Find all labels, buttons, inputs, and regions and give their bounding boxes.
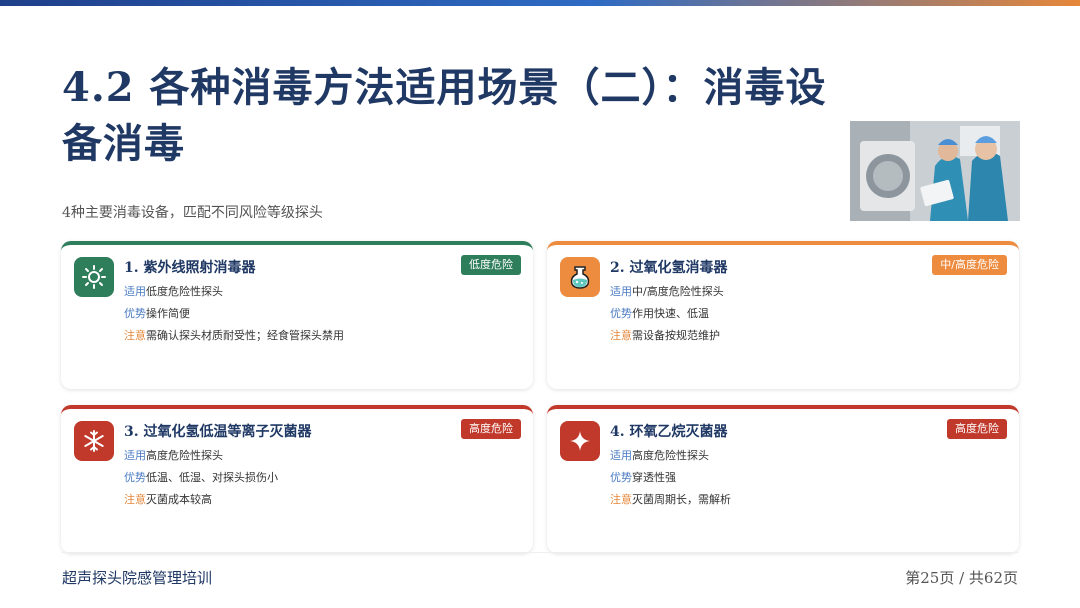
device-name: 4. 环氧乙烷灭菌器: [610, 424, 728, 440]
footer-divider: [62, 552, 1018, 553]
advantage-row: 优势操作简便: [124, 307, 190, 320]
medical-staff-photo: [850, 121, 1020, 221]
page-number: 第25页 / 共62页: [905, 569, 1018, 587]
device-card-plasma: 3. 过氧化氢低温等离子灭菌器 高度危险 适用高度危险性探头 优势低温、低湿、对…: [61, 405, 533, 553]
applicable-row: 适用高度危险性探头: [124, 449, 223, 462]
risk-badge: 高度危险: [461, 419, 521, 439]
caution-row: 注意灭菌成本较高: [124, 493, 212, 506]
applicable-row: 适用高度危险性探头: [610, 449, 709, 462]
page-subtitle: 4种主要消毒设备，匹配不同风险等级探头: [62, 205, 323, 221]
device-name: 3. 过氧化氢低温等离子灭菌器: [124, 424, 312, 440]
caution-row: 注意需确认探头材质耐受性；经食管探头禁用: [124, 329, 344, 342]
applicable-row: 适用低度危险性探头: [124, 285, 223, 298]
sun-icon: [74, 257, 114, 297]
caution-row: 注意需设备按规范维护: [610, 329, 720, 342]
flask-icon: [560, 257, 600, 297]
risk-badge: 高度危险: [947, 419, 1007, 439]
risk-badge: 低度危险: [461, 255, 521, 275]
advantage-row: 优势穿透性强: [610, 471, 676, 484]
sparkle-icon: [560, 421, 600, 461]
device-name: 1. 紫外线照射消毒器: [124, 260, 256, 276]
top-accent-bar: [0, 0, 1080, 6]
snowflake-icon: [74, 421, 114, 461]
page-title: 4.2 各种消毒方法适用场景（二）：消毒设备消毒: [62, 64, 827, 167]
applicable-row: 适用中/高度危险性探头: [610, 285, 724, 298]
device-card-uv: 1. 紫外线照射消毒器 低度危险 适用低度危险性探头 优势操作简便 注意需确认探…: [61, 241, 533, 389]
caution-row: 注意灭菌周期长，需解析: [610, 493, 731, 506]
photo-illustration: [850, 121, 1020, 221]
footer-course-title: 超声探头院感管理培训: [62, 569, 213, 587]
advantage-row: 优势作用快速、低温: [610, 307, 709, 320]
advantage-row: 优势低温、低湿、对探头损伤小: [124, 471, 278, 484]
risk-badge: 中/高度危险: [932, 255, 1007, 275]
device-card-h2o2: 2. 过氧化氢消毒器 中/高度危险 适用中/高度危险性探头 优势作用快速、低温 …: [547, 241, 1019, 389]
device-card-eto: 4. 环氧乙烷灭菌器 高度危险 适用高度危险性探头 优势穿透性强 注意灭菌周期长…: [547, 405, 1019, 553]
device-name: 2. 过氧化氢消毒器: [610, 260, 728, 276]
